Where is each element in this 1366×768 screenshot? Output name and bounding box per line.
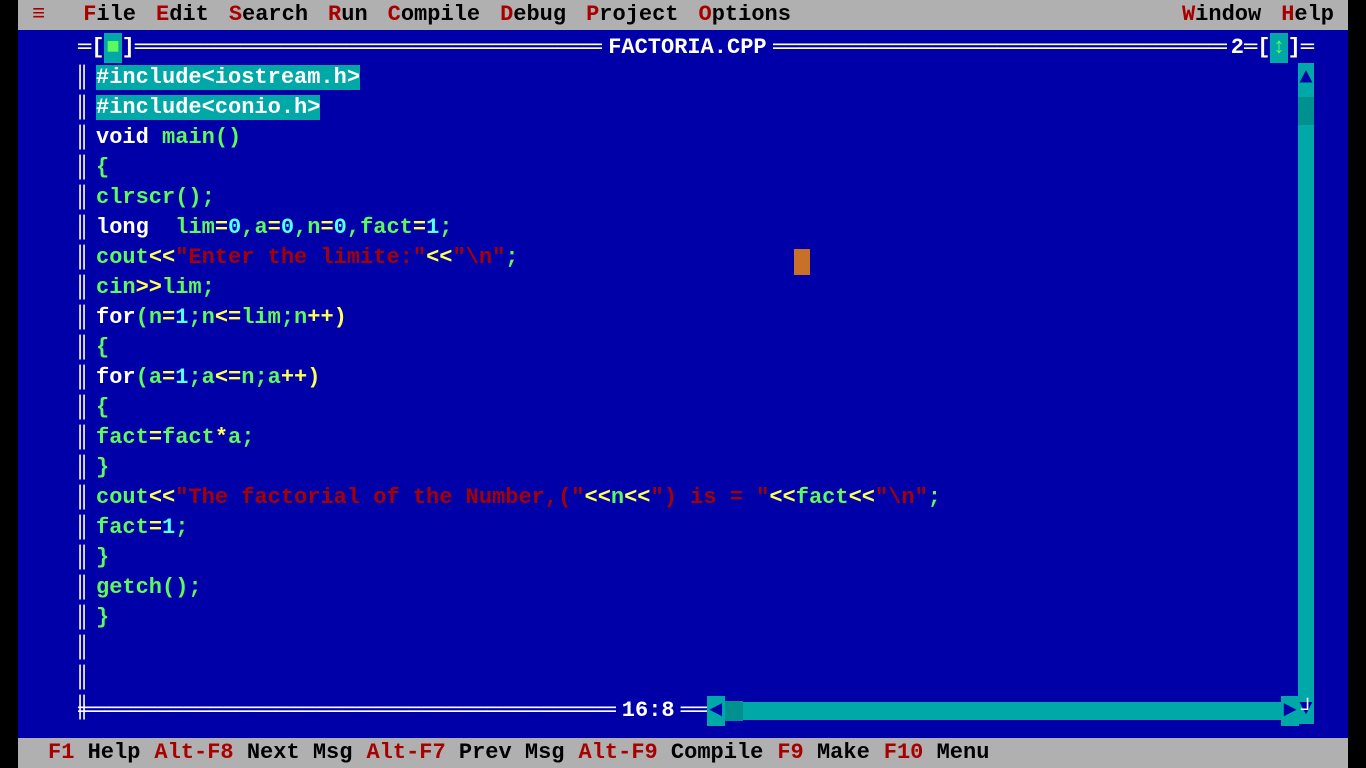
scroll-left-icon[interactable]: ◄ [707, 696, 725, 726]
status-make[interactable]: F9 Make [777, 738, 869, 768]
frame-line: ══ [681, 696, 707, 726]
frame-line-right [773, 33, 1227, 63]
code-line: for(n=1;n<=lim;n++) [96, 303, 1296, 333]
code-line: for(a=1;a<=n;a++) [96, 363, 1296, 393]
code-line: { [96, 333, 1296, 363]
menu-options[interactable]: Options [699, 0, 791, 30]
status-help[interactable]: F1 Help [48, 738, 140, 768]
code-line: cout<<"Enter the limite:"<<"\n"; [96, 243, 1296, 273]
window-number: 2═[ [1227, 33, 1271, 63]
window-bottom-frame: 16:8 ══ ◄ ► ┘ [78, 696, 1314, 726]
code-line: clrscr(); [96, 183, 1296, 213]
letterbox-right [1348, 0, 1366, 768]
close-icon[interactable]: ■ [104, 33, 121, 63]
menu-debug[interactable]: Debug [500, 0, 566, 30]
menu-help[interactable]: Help [1281, 0, 1334, 30]
code-line: cout<<"The factorial of the Number,("<<n… [96, 483, 1296, 513]
scroll-track[interactable] [1298, 93, 1314, 694]
window-title-bar: ═[ ■ ]═ FACTORIA.CPP 2═[ ↕ ]═ [78, 33, 1314, 63]
vertical-scrollbar[interactable]: ▲ ▼ [1298, 63, 1314, 724]
code-line: long lim=0,a=0,n=0,fact=1; [96, 213, 1296, 243]
text-cursor [794, 249, 810, 275]
menu-search[interactable]: Search [229, 0, 308, 30]
code-line: #include<iostream.h> [96, 63, 1296, 93]
system-menu-icon[interactable]: ≡ [32, 0, 45, 30]
cursor-position: 16:8 [616, 696, 681, 726]
code-line: fact=fact*a; [96, 423, 1296, 453]
code-line: { [96, 153, 1296, 183]
menu-edit[interactable]: Edit [156, 0, 209, 30]
resize-corner-icon[interactable]: ┘ [1299, 696, 1314, 726]
code-line: } [96, 453, 1296, 483]
frame-right-end: ]═ [1288, 33, 1314, 63]
menu-project[interactable]: Project [586, 0, 678, 30]
status-bar: F1 Help Alt-F8 Next Msg Alt-F7 Prev Msg … [18, 738, 1348, 768]
frame-line-left [148, 33, 602, 63]
code-line: } [96, 603, 1296, 633]
menu-window[interactable]: Window [1182, 0, 1261, 30]
code-editor[interactable]: #include<iostream.h> #include<conio.h> v… [96, 63, 1296, 724]
scroll-thumb[interactable] [1298, 97, 1314, 125]
status-menu[interactable]: F10 Menu [884, 738, 990, 768]
letterbox-left [0, 0, 18, 768]
code-line: #include<conio.h> [96, 93, 1296, 123]
menu-file[interactable]: File [83, 0, 136, 30]
scroll-up-icon[interactable]: ▲ [1298, 63, 1314, 93]
menu-compile[interactable]: Compile [388, 0, 480, 30]
code-line: getch(); [96, 573, 1296, 603]
frame-line [78, 696, 616, 726]
hscroll-track[interactable] [743, 702, 1281, 720]
code-line: fact=1; [96, 513, 1296, 543]
menu-run[interactable]: Run [328, 0, 368, 30]
status-compile[interactable]: Alt-F9 Compile [579, 738, 764, 768]
scroll-right-icon[interactable]: ► [1281, 696, 1299, 726]
code-line: } [96, 543, 1296, 573]
code-line: { [96, 393, 1296, 423]
frame-left-end: ]═ [122, 33, 148, 63]
code-line: cin>>lim; [96, 273, 1296, 303]
hscroll-thumb[interactable] [725, 701, 743, 721]
menu-bar: ≡ File Edit Search Run Compile Debug Pro… [18, 0, 1348, 30]
status-next-msg[interactable]: Alt-F8 Next Msg [154, 738, 352, 768]
code-line: void main() [96, 123, 1296, 153]
frame-border-left: ║║║║║║║║║║║║║║║║║║║║║║ [74, 33, 90, 729]
zoom-icon[interactable]: ↕ [1270, 33, 1287, 63]
status-prev-msg[interactable]: Alt-F7 Prev Msg [366, 738, 564, 768]
window-title: FACTORIA.CPP [602, 33, 772, 63]
app-window: ≡ File Edit Search Run Compile Debug Pro… [18, 0, 1348, 768]
